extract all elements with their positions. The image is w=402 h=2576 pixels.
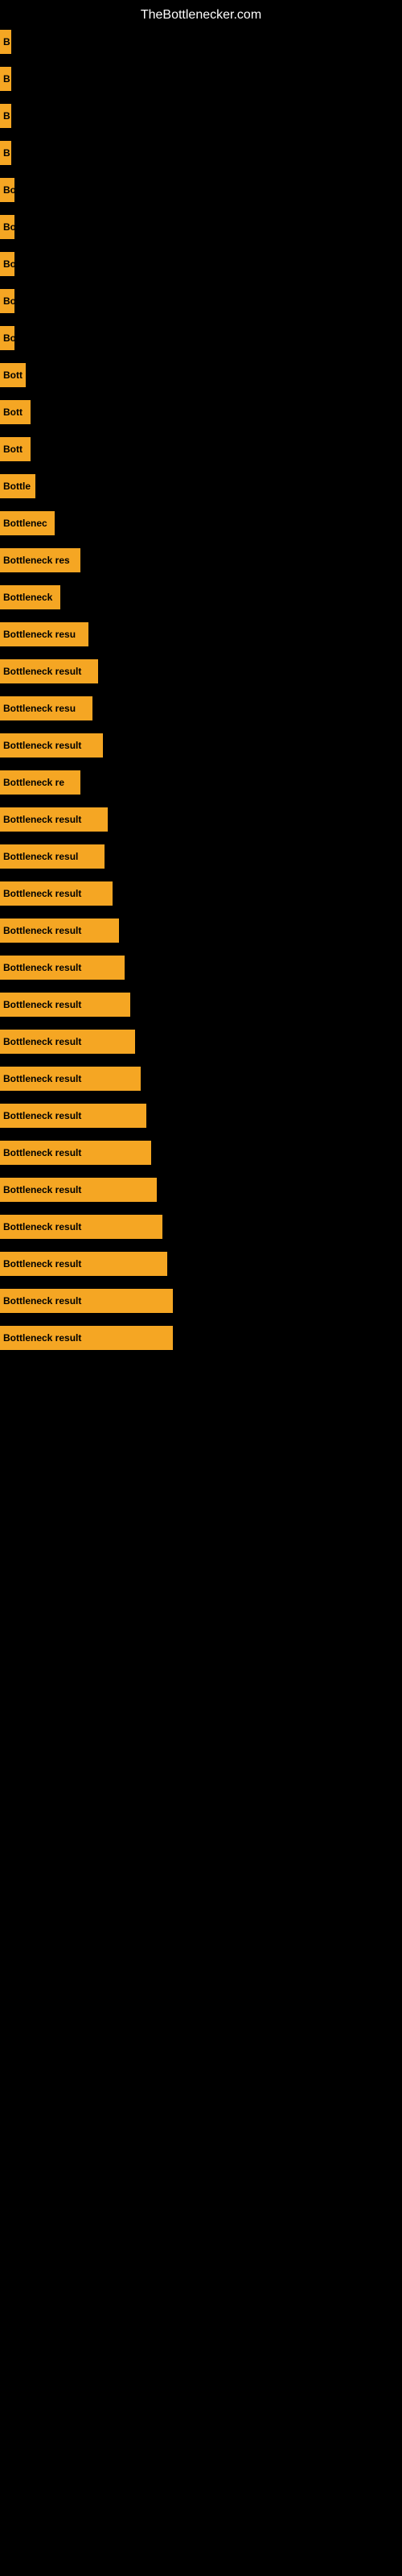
bar-row: Bo [0, 172, 402, 208]
bar-label: Bottleneck result [0, 956, 125, 980]
bar-label: Bo [0, 215, 14, 239]
bar-row: Bottleneck [0, 580, 402, 615]
bar-row: Bottleneck result [0, 987, 402, 1022]
bar-label: Bottleneck result [0, 807, 108, 832]
bar-label: Bottleneck result [0, 1141, 151, 1165]
bar-row: Bottleneck result [0, 802, 402, 837]
bar-label: Bottleneck result [0, 1252, 167, 1276]
bar-row: Bottleneck resu [0, 691, 402, 726]
bar-row: Bottleneck result [0, 876, 402, 911]
bar-row: Bo [0, 320, 402, 356]
bar-row: Bottleneck result [0, 950, 402, 985]
bars-container: BBBBBoBoBoBoBoBottBottBottBottleBottlene… [0, 24, 402, 1357]
bar-row: Bottleneck result [0, 1246, 402, 1282]
bar-label: Bo [0, 252, 14, 276]
bar-row: B [0, 24, 402, 60]
bar-row: Bott [0, 394, 402, 430]
bar-label: Bottleneck result [0, 1289, 173, 1313]
bar-row: Bottleneck result [0, 1172, 402, 1208]
bar-row: Bottleneck resu [0, 617, 402, 652]
bar-label: B [0, 30, 11, 54]
bar-row: Bottlenec [0, 506, 402, 541]
bar-row: B [0, 135, 402, 171]
bar-label: Bottleneck resu [0, 696, 92, 720]
bar-label: Bottleneck result [0, 1215, 162, 1239]
bar-row: Bottleneck result [0, 1098, 402, 1133]
bar-row: Bottleneck result [0, 654, 402, 689]
bar-row: Bott [0, 431, 402, 467]
bar-row: Bottleneck result [0, 1061, 402, 1096]
bar-row: Bo [0, 283, 402, 319]
bar-row: Bottleneck result [0, 1283, 402, 1319]
bar-label: Bottleneck resul [0, 844, 105, 869]
bar-label: Bottleneck res [0, 548, 80, 572]
bar-label: Bottleneck result [0, 1067, 141, 1091]
bar-row: Bottleneck result [0, 1209, 402, 1245]
bar-label: Bottleneck result [0, 1326, 173, 1350]
bar-label: Bottleneck result [0, 733, 103, 758]
bar-label: Bottleneck resu [0, 622, 88, 646]
bar-row: Bottleneck result [0, 728, 402, 763]
bar-row: Bottleneck re [0, 765, 402, 800]
bar-label: Bo [0, 289, 14, 313]
bar-label: Bottleneck result [0, 919, 119, 943]
bar-label: Bo [0, 178, 14, 202]
bar-row: Bottleneck result [0, 1024, 402, 1059]
bar-label: B [0, 141, 11, 165]
bar-label: Bo [0, 326, 14, 350]
bar-label: Bottleneck result [0, 1178, 157, 1202]
bar-label: B [0, 104, 11, 128]
bar-label: Bott [0, 437, 31, 461]
bar-label: B [0, 67, 11, 91]
bar-row: Bottleneck result [0, 913, 402, 948]
bar-label: Bottleneck result [0, 993, 130, 1017]
bar-row: Bo [0, 209, 402, 245]
bar-label: Bottleneck result [0, 881, 113, 906]
bar-row: Bottleneck res [0, 543, 402, 578]
bar-row: B [0, 61, 402, 97]
bar-label: Bott [0, 400, 31, 424]
bar-row: Bottleneck result [0, 1320, 402, 1356]
bar-row: Bottleneck result [0, 1135, 402, 1170]
bar-label: Bottleneck [0, 585, 60, 609]
bar-row: Bo [0, 246, 402, 282]
bar-label: Bott [0, 363, 26, 387]
bar-label: Bottleneck result [0, 1104, 146, 1128]
bar-row: B [0, 98, 402, 134]
bar-row: Bottleneck resul [0, 839, 402, 874]
bar-row: Bott [0, 357, 402, 393]
bar-label: Bottleneck result [0, 659, 98, 683]
bar-label: Bottle [0, 474, 35, 498]
bar-label: Bottlenec [0, 511, 55, 535]
bar-row: Bottle [0, 469, 402, 504]
bar-label: Bottleneck re [0, 770, 80, 795]
bar-label: Bottleneck result [0, 1030, 135, 1054]
